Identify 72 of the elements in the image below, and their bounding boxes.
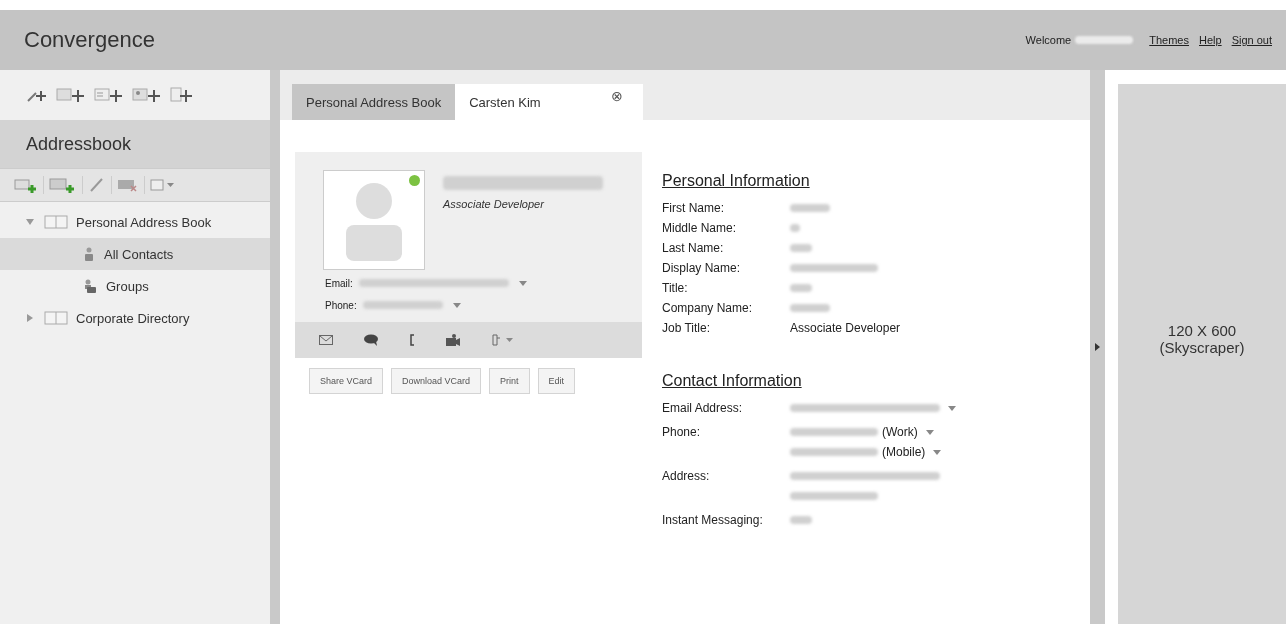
card-button[interactable]: Download VCard bbox=[391, 368, 482, 394]
delete-contact-icon[interactable] bbox=[117, 177, 139, 193]
header-link[interactable]: Themes bbox=[1149, 34, 1189, 46]
mail-icon[interactable] bbox=[319, 335, 333, 345]
redacted-text bbox=[1075, 36, 1134, 44]
tree-item[interactable]: Groups bbox=[0, 270, 270, 302]
card-button[interactable]: Share VCard bbox=[309, 368, 384, 394]
field-label: Address: bbox=[662, 468, 711, 485]
redacted-text bbox=[790, 304, 830, 312]
field-label: Display Name: bbox=[662, 261, 742, 275]
redacted-text bbox=[790, 224, 800, 232]
pencil-icon[interactable] bbox=[88, 177, 106, 193]
chat-icon[interactable] bbox=[363, 334, 379, 346]
tab[interactable]: Carsten Kim ⊗ bbox=[455, 84, 643, 120]
section-heading: Contact Information bbox=[662, 372, 803, 390]
collapse-handle[interactable] bbox=[1090, 70, 1105, 624]
tree-item[interactable]: All Contacts bbox=[0, 238, 270, 270]
app-title: Convergence bbox=[24, 27, 155, 53]
copy-dropdown-icon[interactable] bbox=[150, 177, 176, 193]
address-book-icon bbox=[44, 311, 68, 325]
field-label: Phone: bbox=[662, 424, 702, 441]
caret-icon[interactable] bbox=[933, 449, 942, 455]
section-heading: Personal Information bbox=[662, 172, 811, 190]
expander-icon[interactable] bbox=[26, 314, 34, 322]
expander-icon[interactable] bbox=[26, 218, 34, 226]
redacted-text bbox=[790, 284, 812, 292]
card-button[interactable]: Edit bbox=[537, 368, 576, 394]
field-label: Last Name: bbox=[662, 241, 725, 255]
add-group-icon[interactable] bbox=[49, 177, 77, 193]
field-label: Instant Messaging: bbox=[662, 512, 764, 529]
group-icon bbox=[84, 279, 96, 293]
caret-icon[interactable] bbox=[948, 405, 956, 411]
field-value: Associate Developer bbox=[790, 321, 901, 335]
field-label: Job Title: bbox=[662, 321, 712, 335]
phone-dropdown-icon[interactable] bbox=[491, 333, 515, 347]
redacted-text bbox=[790, 516, 812, 524]
card-button[interactable]: Print bbox=[489, 368, 530, 394]
caret-icon[interactable] bbox=[518, 280, 527, 286]
caret-icon[interactable] bbox=[452, 302, 461, 308]
field-label: Title: bbox=[662, 281, 689, 295]
address-book-icon bbox=[44, 215, 68, 229]
tree-item[interactable]: Personal Address Book bbox=[0, 206, 270, 238]
field-label: First Name: bbox=[662, 201, 725, 215]
sidebar-title: Addressbook bbox=[0, 120, 270, 168]
redacted-text bbox=[790, 204, 830, 212]
welcome-text: Welcome bbox=[1025, 34, 1072, 46]
tree-item[interactable]: Corporate Directory bbox=[0, 302, 270, 334]
phone-type: (Work) bbox=[882, 425, 918, 439]
avatar-icon bbox=[344, 181, 404, 261]
new-calendar-icon[interactable] bbox=[56, 87, 86, 103]
close-icon[interactable]: ⊗ bbox=[610, 88, 623, 104]
tab[interactable]: Personal Address Book bbox=[292, 84, 456, 120]
new-contact-icon[interactable] bbox=[132, 87, 162, 103]
bracket-icon[interactable] bbox=[409, 334, 415, 346]
job-title: Associate Developer bbox=[443, 198, 545, 210]
field-label: Phone: bbox=[325, 299, 357, 311]
expand-arrow-icon[interactable] bbox=[1095, 343, 1100, 351]
field-label: Company Name: bbox=[662, 301, 754, 315]
video-call-icon[interactable] bbox=[445, 333, 461, 347]
field-label: Email Address: bbox=[662, 400, 744, 417]
caret-icon[interactable] bbox=[925, 429, 934, 435]
header-link[interactable]: Sign out bbox=[1231, 34, 1272, 46]
ad-text: (Skyscraper) bbox=[1159, 339, 1245, 356]
redacted-text bbox=[790, 244, 812, 252]
field-label: Email: bbox=[325, 277, 353, 289]
phone-type: (Mobile) bbox=[882, 445, 926, 459]
new-list-icon[interactable] bbox=[94, 87, 124, 103]
person-icon bbox=[84, 247, 94, 261]
add-contact-icon[interactable] bbox=[14, 177, 38, 193]
field-label: Middle Name: bbox=[662, 221, 738, 235]
ad-text: 120 X 600 bbox=[1167, 322, 1237, 339]
header-link[interactable]: Help bbox=[1199, 34, 1222, 46]
